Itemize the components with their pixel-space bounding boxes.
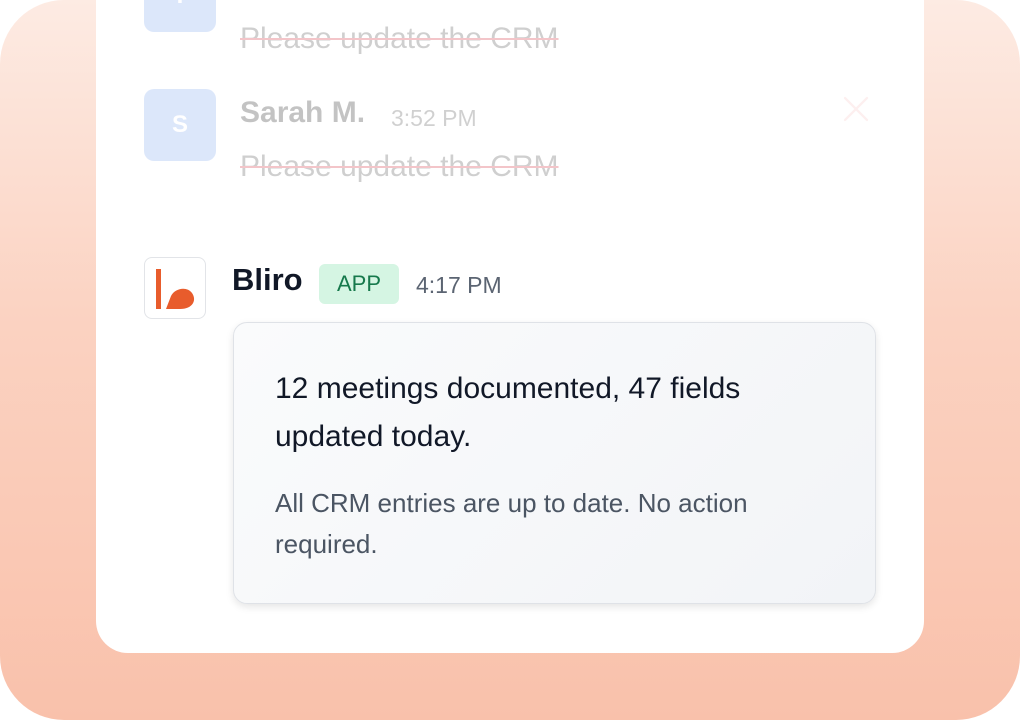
avatar: T [144, 0, 216, 32]
app-badge: APP [319, 264, 399, 304]
close-icon[interactable] [842, 95, 870, 123]
summary-card: 12 meetings documented, 47 fields update… [233, 322, 876, 604]
summary-body: All CRM entries are up to date. No actio… [275, 488, 748, 559]
app-message-time: 4:17 PM [416, 272, 502, 298]
message-text: Please update the CRM [240, 22, 559, 55]
sender-name: Sarah M. [240, 96, 366, 129]
message-time: 3:52 PM [391, 105, 477, 131]
avatar-initial: S [171, 111, 188, 138]
chat-card: T Please update the CRM S Sarah M. 3:52 … [96, 0, 924, 653]
app-avatar [144, 257, 206, 319]
avatar-initial: T [173, 0, 188, 10]
stage: T Please update the CRM S Sarah M. 3:52 … [0, 0, 1020, 720]
app-sender-name: Bliro [232, 262, 303, 297]
summary-headline: 12 meetings documented, 47 fields update… [275, 372, 741, 453]
avatar: S [144, 89, 216, 161]
bliro-logo-icon [156, 269, 195, 309]
message-text: Please update the CRM [240, 150, 559, 183]
